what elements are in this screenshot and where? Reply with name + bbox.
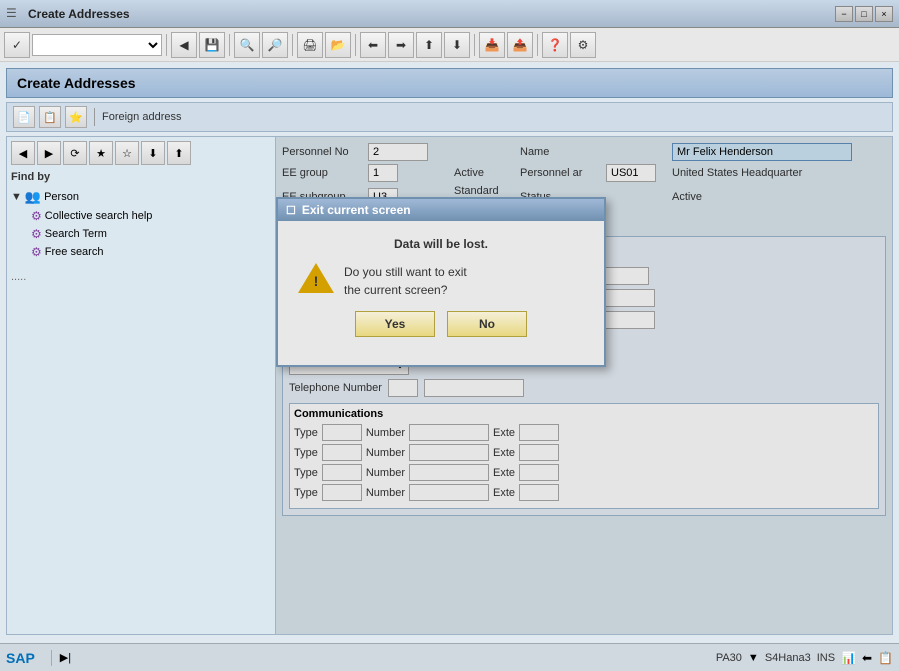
nav-right-button[interactable]: ➡ (388, 32, 414, 58)
status-sep-1 (51, 650, 52, 666)
nav-tree: ▼ 👥 Person ⚙ Collective search help ⚙ Se… (11, 187, 271, 261)
toolbar-sep-5 (474, 34, 475, 56)
dialog-body: Data will be lost. ! Do you still want t… (278, 221, 604, 365)
dialog-message1: Data will be lost. (298, 237, 584, 251)
left-panel: ◀ ▶ ⟳ ★ ☆ ⬇ ⬆ Find by ▼ 👥 Person ⚙ Colle (6, 136, 276, 635)
right-panel: Personnel No Name EE group Active Person… (276, 136, 893, 635)
warning-icon-container: ! (298, 263, 334, 293)
sap-label: SAP (6, 650, 35, 666)
tree-searchterm-label: Search Term (45, 228, 107, 240)
freesearch-icon: ⚙ (31, 245, 42, 259)
transaction-label: PA30 (716, 652, 742, 664)
page-title: Create Addresses (17, 75, 136, 91)
nav-refresh-button[interactable]: ⟳ (63, 141, 87, 165)
toolbar-sep-2 (229, 34, 230, 56)
sub-toolbar-label: Foreign address (102, 111, 182, 123)
minimize-button[interactable]: − (835, 6, 853, 22)
toolbar-sep-1 (166, 34, 167, 56)
nav-prev-button[interactable]: ◀ (11, 141, 35, 165)
close-button[interactable]: × (875, 6, 893, 22)
tree-searchterm-item[interactable]: ⚙ Search Term (11, 225, 271, 243)
tree-expand-icon[interactable]: ▼ (11, 191, 22, 203)
help-button[interactable]: ❓ (542, 32, 568, 58)
page-header: Create Addresses (6, 68, 893, 98)
back-button[interactable]: ◀ (171, 32, 197, 58)
content-area: ◀ ▶ ⟳ ★ ☆ ⬇ ⬆ Find by ▼ 👥 Person ⚙ Colle (6, 136, 893, 635)
save-button[interactable]: 💾 (199, 32, 225, 58)
nav-down-button[interactable]: ⬇ (444, 32, 470, 58)
tree-collective-label: Collective search help (45, 210, 153, 222)
status-bar: SAP ▶| PA30 ▼ S4Hana3 INS 📊 ⬅ 📋 (0, 643, 899, 671)
dialog-title-bar: ☐ Exit current screen (278, 199, 604, 221)
maximize-button[interactable]: □ (855, 6, 873, 22)
sub-toolbar-sep (94, 108, 95, 126)
toolbar-sep-3 (292, 34, 293, 56)
dialog-warning-row: ! Do you still want to exitthe current s… (298, 263, 584, 299)
app-icon: ☰ (6, 6, 22, 22)
window-title: Create Addresses (28, 7, 835, 21)
nav-fav-button[interactable]: ★ (89, 141, 113, 165)
tree-freesearch-item[interactable]: ⚙ Free search (11, 243, 271, 261)
nav-left-button[interactable]: ⬅ (360, 32, 386, 58)
nav-prev-status-btn[interactable]: ▶| (60, 651, 71, 664)
copy-button[interactable]: 📋 (39, 106, 61, 128)
window-controls: − □ × (835, 6, 893, 22)
dialog-title: Exit current screen (302, 203, 411, 217)
nav-down-btn[interactable]: ⬇ (141, 141, 165, 165)
nav-next-button[interactable]: ▶ (37, 141, 61, 165)
find-next-button[interactable]: 🔎 (262, 32, 288, 58)
check-button[interactable]: ✓ (4, 32, 30, 58)
find-button[interactable]: 🔍 (234, 32, 260, 58)
warning-exclamation: ! (314, 273, 319, 289)
command-dropdown[interactable] (32, 34, 162, 56)
system-label: S4Hana3 (765, 652, 811, 664)
searchterm-icon: ⚙ (31, 227, 42, 241)
dropdown-arrow-icon: ▼ (748, 652, 759, 664)
chart-icon: 📊 (841, 651, 856, 665)
settings-button[interactable]: ⚙ (570, 32, 596, 58)
dialog-yes-button[interactable]: Yes (355, 311, 435, 337)
print-button[interactable]: 🖨 (297, 32, 323, 58)
nav-fav2-button[interactable]: ☆ (115, 141, 139, 165)
person-group-icon: 👥 (25, 189, 41, 205)
tree-person-item[interactable]: ▼ 👥 Person (11, 187, 271, 207)
find-by-label: Find by (11, 171, 271, 183)
import-button[interactable]: 📥 (479, 32, 505, 58)
sub-toolbar: 📄 📋 ⭐ Foreign address (6, 102, 893, 132)
star-button[interactable]: ⭐ (65, 106, 87, 128)
tree-person-label: Person (44, 191, 79, 203)
collective-icon: ⚙ (31, 209, 42, 223)
dialog-no-button[interactable]: No (447, 311, 527, 337)
status-right: PA30 ▼ S4Hana3 INS 📊 ⬅ 📋 (716, 651, 893, 665)
tree-collective-item[interactable]: ⚙ Collective search help (11, 207, 271, 225)
back-nav-icon: ⬅ (862, 651, 872, 665)
dialog-overlay: ☐ Exit current screen Data will be lost.… (276, 137, 892, 634)
dialog-icon: ☐ (286, 204, 296, 217)
clipboard-icon: 📋 (878, 651, 893, 665)
export-button[interactable]: 📤 (507, 32, 533, 58)
dialog-buttons: Yes No (298, 311, 584, 349)
tree-freesearch-label: Free search (45, 246, 104, 258)
mode-label: INS (817, 652, 835, 664)
exit-dialog: ☐ Exit current screen Data will be lost.… (276, 197, 606, 367)
main-toolbar: ✓ ◀ 💾 🔍 🔎 🖨 📂 ⬅ ➡ ⬆ ⬇ 📥 📤 ❓ ⚙ (0, 28, 899, 62)
main-content: Create Addresses 📄 📋 ⭐ Foreign address ◀… (0, 62, 899, 643)
nav-bottom: ..... (11, 271, 271, 283)
title-bar: ☰ Create Addresses − □ × (0, 0, 899, 28)
nav-up-button[interactable]: ⬆ (416, 32, 442, 58)
new-doc-button[interactable]: 📄 (13, 106, 35, 128)
open-button[interactable]: 📂 (325, 32, 351, 58)
nav-controls: ◀ ▶ ⟳ ★ ☆ ⬇ ⬆ (11, 141, 271, 165)
toolbar-sep-6 (537, 34, 538, 56)
toolbar-sep-4 (355, 34, 356, 56)
nav-up-btn[interactable]: ⬆ (167, 141, 191, 165)
dialog-message2: Do you still want to exitthe current scr… (344, 263, 467, 299)
